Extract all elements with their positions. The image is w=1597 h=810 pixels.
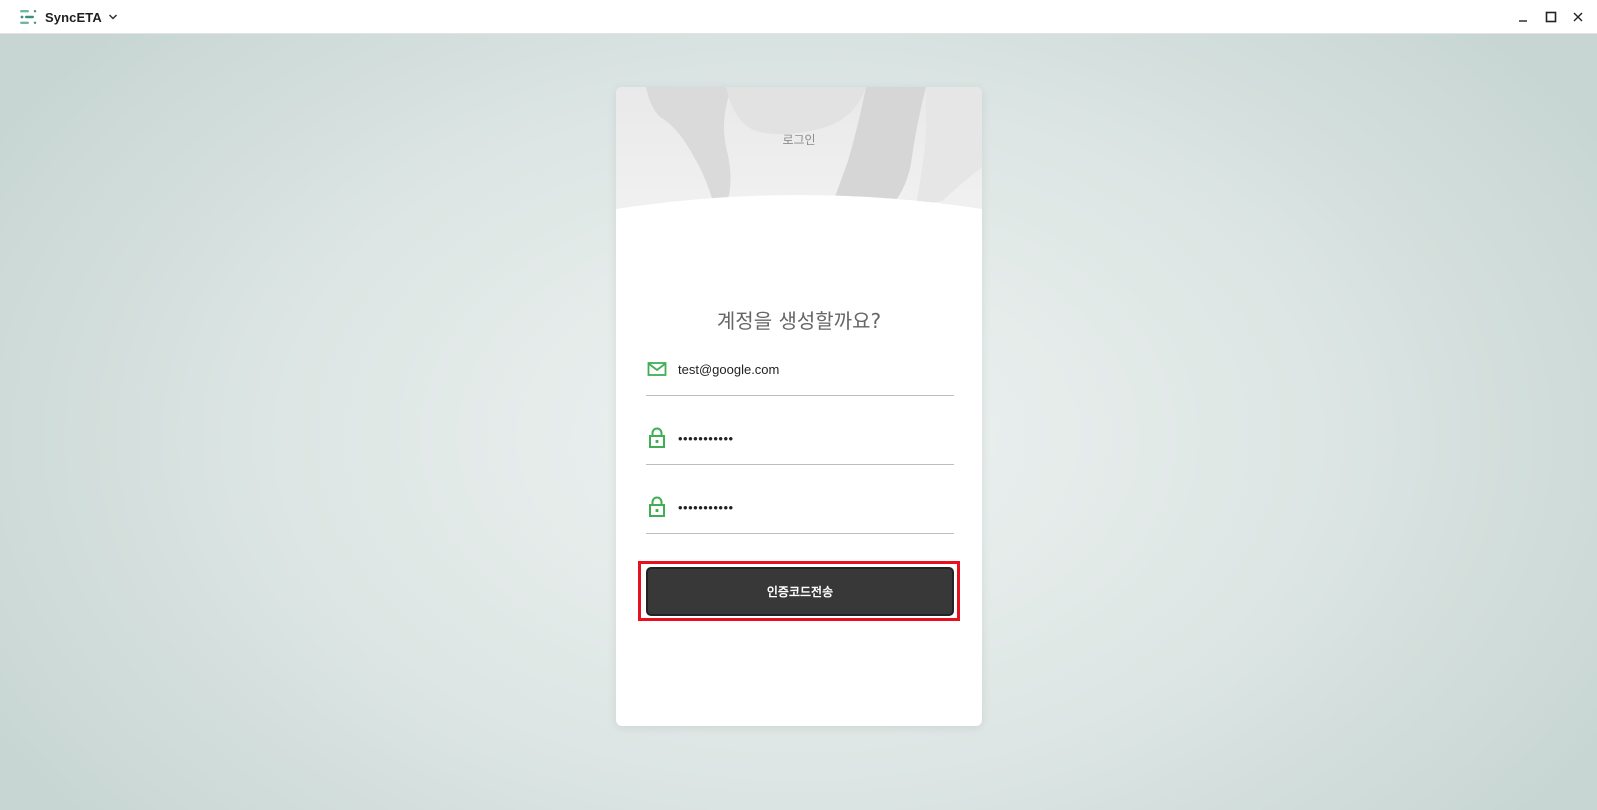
card-header: 로그인 bbox=[616, 87, 982, 215]
lock-icon bbox=[646, 427, 668, 449]
app-background: 로그인 계정을 생성할까요? test@google.com •••••••••… bbox=[0, 34, 1597, 810]
minimize-button[interactable] bbox=[1513, 7, 1533, 27]
header-hands-image bbox=[616, 87, 982, 215]
minimize-icon bbox=[1519, 20, 1527, 22]
mail-icon bbox=[646, 358, 668, 380]
syncETA-logo-icon bbox=[20, 10, 37, 24]
title-bar: SyncETA bbox=[0, 0, 1597, 34]
password-field[interactable] bbox=[646, 425, 954, 465]
close-button[interactable] bbox=[1568, 7, 1588, 27]
send-verification-code-button[interactable]: 인증코드전송 bbox=[646, 567, 954, 616]
lock-icon bbox=[646, 496, 668, 518]
password-confirm-field[interactable] bbox=[646, 494, 954, 534]
chevron-down-icon bbox=[108, 14, 117, 20]
password-input[interactable] bbox=[678, 425, 948, 451]
close-icon bbox=[1573, 12, 1583, 22]
app-name: SyncETA bbox=[45, 9, 102, 25]
email-field[interactable] bbox=[646, 356, 954, 396]
page-heading: 계정을 생성할까요? bbox=[716, 309, 882, 333]
app-menu-button[interactable]: SyncETA bbox=[18, 6, 118, 28]
maximize-icon bbox=[1545, 11, 1557, 23]
password-confirm-input[interactable] bbox=[678, 494, 948, 520]
signup-card: 로그인 계정을 생성할까요? test@google.com •••••••••… bbox=[616, 87, 982, 726]
maximize-button[interactable] bbox=[1541, 7, 1561, 27]
header-login-title: 로그인 bbox=[782, 133, 816, 147]
email-input[interactable] bbox=[678, 356, 948, 382]
